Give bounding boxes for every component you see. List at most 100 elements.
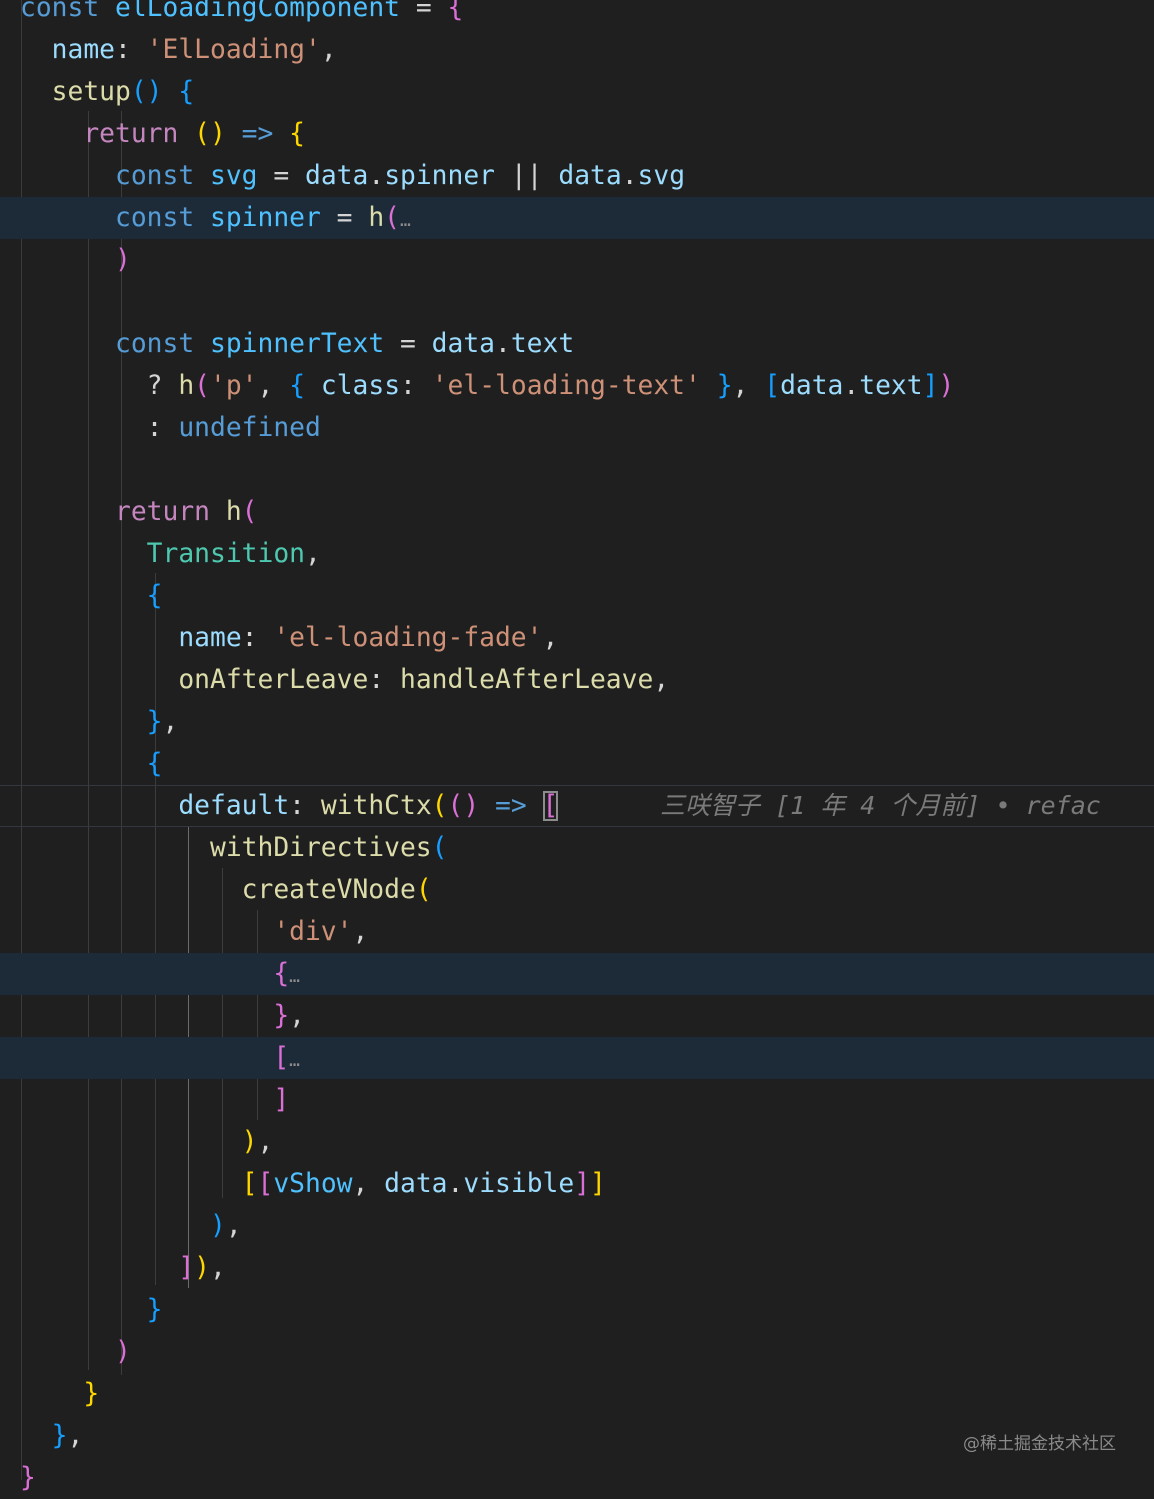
code-line[interactable]: ) [0, 1331, 1154, 1373]
code-line[interactable]: ) [0, 239, 1154, 281]
code-text: createVNode( [20, 869, 432, 911]
code-token: ] [574, 1169, 591, 1199]
code-line[interactable]: const spinner = h(… [0, 197, 1154, 239]
code-text: const spinner = h(… [20, 197, 411, 242]
code-line[interactable]: Transition, [0, 533, 1154, 575]
code-token: } [20, 1379, 100, 1409]
code-line[interactable]: 'div', [0, 911, 1154, 953]
code-token: , [352, 1169, 385, 1199]
code-line[interactable]: ), [0, 1121, 1154, 1163]
code-line[interactable]: return h( [0, 491, 1154, 533]
code-line[interactable]: }, [0, 995, 1154, 1037]
code-token: ] [20, 1085, 290, 1115]
code-token: = [399, 0, 448, 23]
code-text: return () => { [20, 113, 305, 155]
code-line[interactable]: onAfterLeave: handleAfterLeave, [0, 659, 1154, 701]
code-token: } [20, 1295, 163, 1325]
code-token: text [859, 371, 923, 401]
code-token: || [495, 161, 559, 191]
fold-ellipsis-icon[interactable]: … [289, 1050, 300, 1071]
code-line[interactable]: name: 'ElLoading', [0, 29, 1154, 71]
code-line[interactable]: const svg = data.spinner || data.svg [0, 155, 1154, 197]
code-token: data [384, 1169, 448, 1199]
code-text: ? h('p', { class: 'el-loading-text' }, [… [20, 365, 955, 407]
code-token: const [20, 203, 210, 233]
code-text: } [20, 1373, 99, 1415]
code-line[interactable]: {… [0, 953, 1154, 995]
code-token: , [162, 707, 179, 737]
code-text: withDirectives( [20, 827, 448, 869]
code-token: () [130, 77, 163, 107]
code-line[interactable]: : undefined [0, 407, 1154, 449]
code-token: , [320, 35, 337, 65]
code-line[interactable]: name: 'el-loading-fade', [0, 617, 1154, 659]
code-token: ] [922, 371, 939, 401]
code-token: data [431, 329, 495, 359]
code-token: data [780, 371, 844, 401]
code-token: , [289, 1001, 305, 1031]
code-token: => [225, 119, 290, 149]
code-line[interactable]: } [0, 1373, 1154, 1415]
code-line[interactable]: withDirectives( [0, 827, 1154, 869]
code-line[interactable]: const elLoadingComponent = { [0, 0, 1154, 29]
code-token: ] [590, 1169, 606, 1199]
code-token: [ [257, 1169, 274, 1199]
code-token: : [241, 623, 274, 653]
code-line[interactable]: const spinnerText = data.text [0, 323, 1154, 365]
code-token: visible [463, 1169, 575, 1199]
code-token: h [225, 497, 242, 527]
code-token: class [305, 371, 401, 401]
code-line[interactable]: { [0, 743, 1154, 785]
code-editor[interactable]: const elLoadingComponent = { name: 'ElLo… [0, 0, 1154, 1493]
code-line[interactable]: } [0, 1289, 1154, 1331]
code-line[interactable]: ] [0, 1079, 1154, 1121]
code-token: h [178, 371, 195, 401]
code-line[interactable]: setup() { [0, 71, 1154, 113]
code-text: name: 'el-loading-fade', [20, 617, 558, 659]
code-token: ) [20, 1127, 258, 1157]
code-token: , [304, 539, 321, 569]
code-line[interactable]: default: withCtx(() => [三咲智子 [1 年 4 个月前]… [0, 785, 1154, 827]
code-token: , [67, 1421, 84, 1451]
code-line[interactable]: ]), [0, 1247, 1154, 1289]
code-token: [ [20, 1043, 290, 1073]
code-text: }, [20, 1415, 84, 1457]
code-token: : [368, 665, 400, 695]
code-token: 'div' [20, 917, 353, 947]
code-text: { [20, 575, 163, 617]
code-line[interactable]: { [0, 575, 1154, 617]
code-token: , [352, 917, 369, 947]
code-line[interactable]: [… [0, 1037, 1154, 1079]
code-text: }, [20, 995, 305, 1037]
code-line[interactable]: ? h('p', { class: 'el-loading-text' }, [… [0, 365, 1154, 407]
fold-ellipsis-icon[interactable]: … [400, 210, 411, 231]
code-token: undefined [178, 413, 321, 443]
code-line[interactable]: createVNode( [0, 869, 1154, 911]
watermark: @稀土掘金技术社区 [963, 1434, 1116, 1454]
code-line[interactable]: return () => { [0, 113, 1154, 155]
code-token: 'el-loading-text' [431, 371, 701, 401]
code-token: ( [241, 497, 258, 527]
code-token: createVNode [20, 875, 416, 905]
code-token: , [542, 623, 559, 653]
code-line[interactable]: } [0, 1457, 1154, 1499]
code-token: () [194, 119, 226, 149]
code-token: ( [384, 203, 401, 233]
code-token: : [400, 371, 432, 401]
code-text: : undefined [20, 407, 321, 449]
code-token: const [20, 0, 115, 23]
code-line[interactable]: }, [0, 701, 1154, 743]
fold-ellipsis-icon[interactable]: … [289, 966, 300, 987]
code-token: const [20, 329, 210, 359]
code-token: spinnerText [210, 329, 385, 359]
code-text: name: 'ElLoading', [20, 29, 337, 71]
code-line[interactable] [0, 449, 1154, 491]
code-token: ] [20, 1253, 195, 1283]
code-line[interactable] [0, 281, 1154, 323]
code-line[interactable]: [[vShow, data.visible]] [0, 1163, 1154, 1205]
code-token: 'el-loading-fade' [273, 623, 543, 653]
code-token: ) [20, 245, 131, 275]
code-text: const spinnerText = data.text [20, 323, 574, 365]
code-line[interactable]: ), [0, 1205, 1154, 1247]
code-token: spinner [384, 161, 496, 191]
